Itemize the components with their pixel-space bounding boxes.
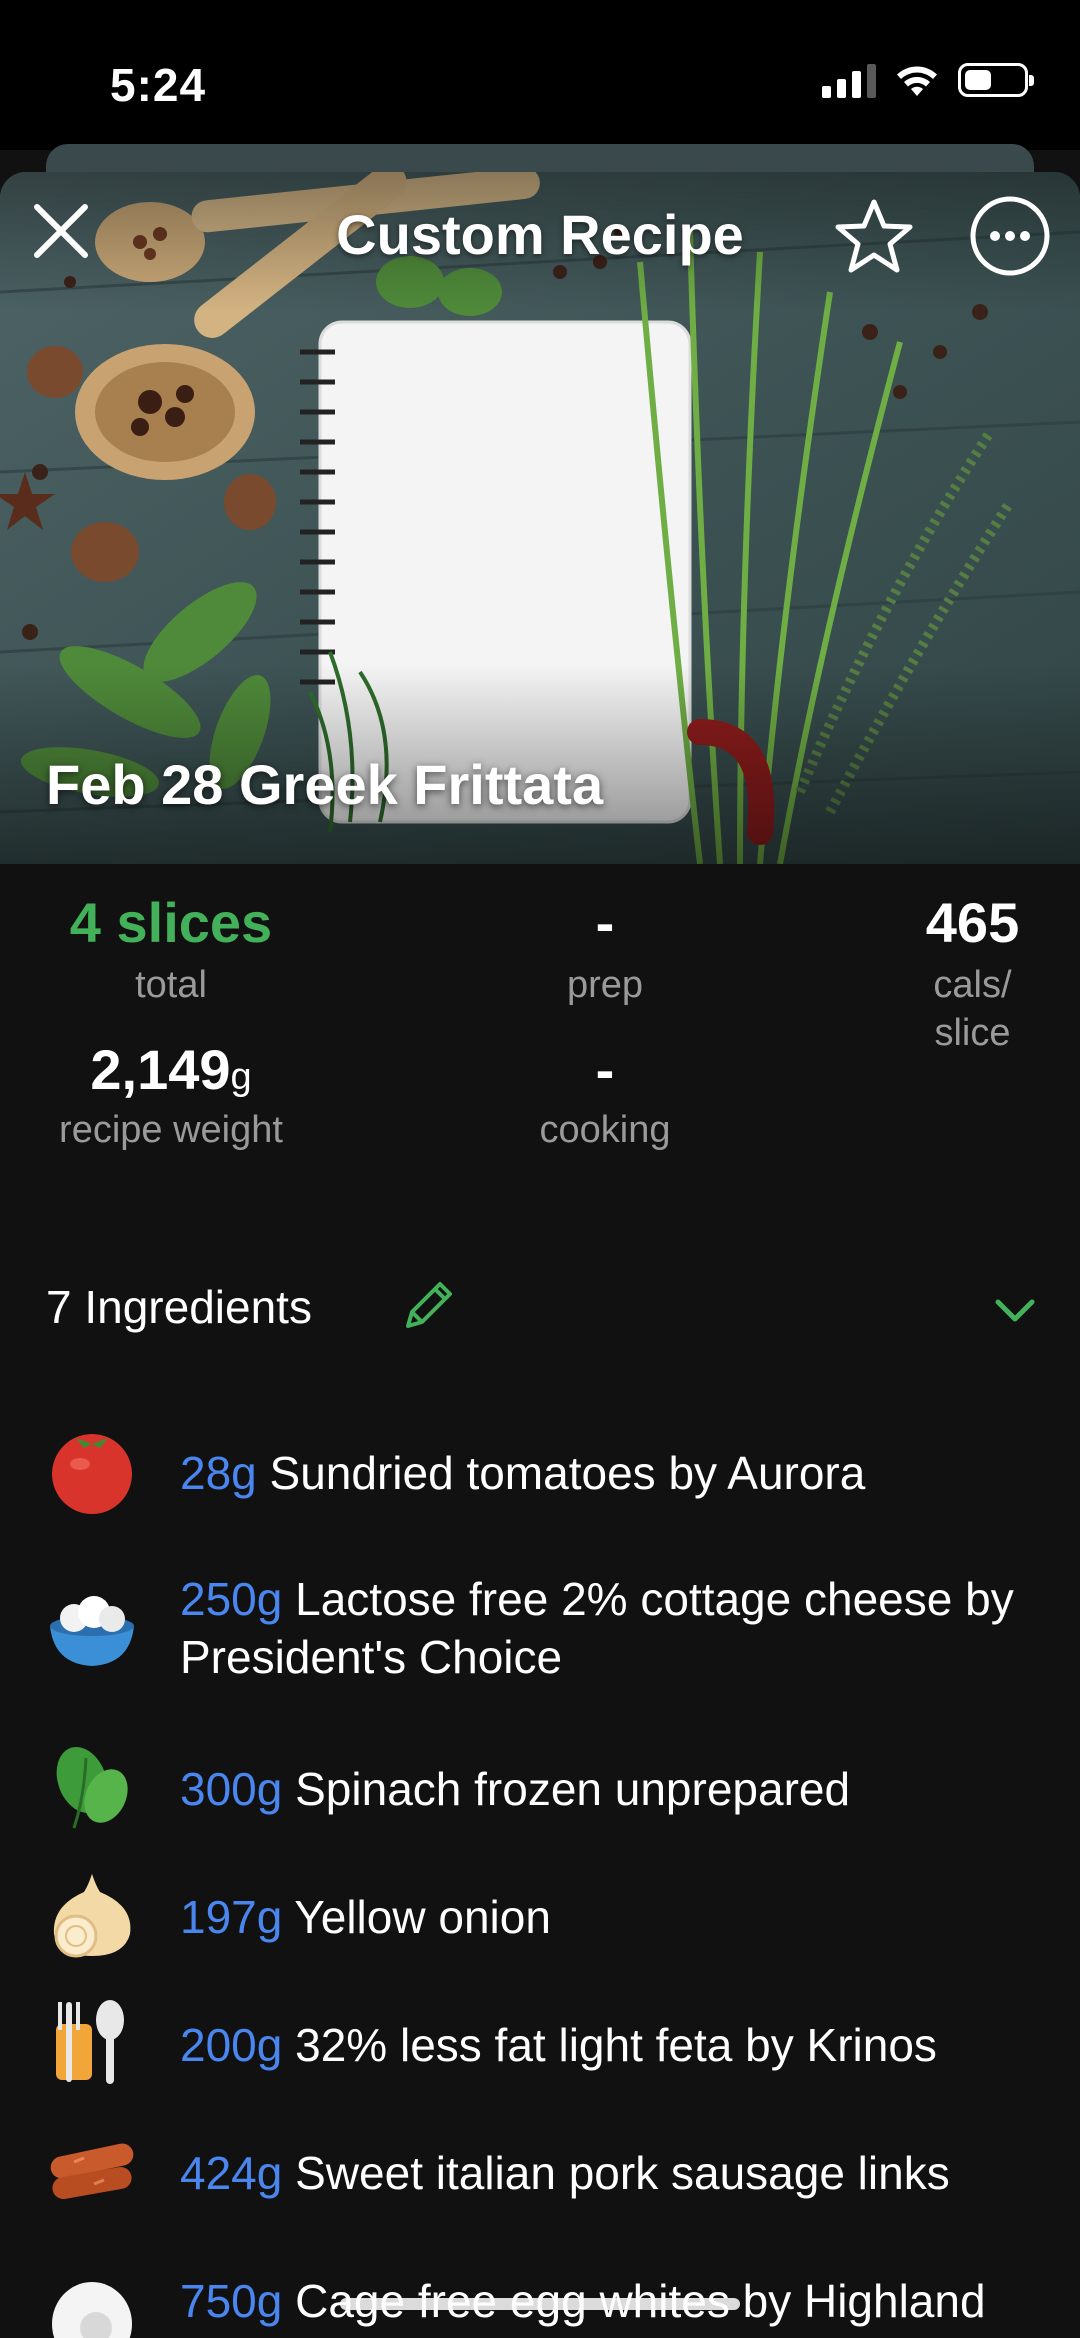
collapse-ingredients-button[interactable] xyxy=(990,1290,1040,1330)
more-icon xyxy=(970,196,1050,276)
ingredient-quantity: 28g xyxy=(180,1447,257,1499)
ingredient-row[interactable]: 197g Yellow onion xyxy=(0,1866,1080,1966)
weight-stat: 2,149g recipe weight xyxy=(30,1042,312,1154)
cooking-value: - xyxy=(595,1038,615,1101)
prep-stat: - prep xyxy=(480,895,730,1009)
ingredient-quantity: 200g xyxy=(180,2019,283,2071)
ingredient-quantity: 300g xyxy=(180,1763,283,1815)
cooking-label: cooking xyxy=(539,1109,671,1151)
calories-stat: 465 cals/ slice xyxy=(880,895,1065,1057)
ingredient-name: Lactose free 2% cottage cheese by Presid… xyxy=(180,1573,1014,1683)
ingredient-row[interactable]: 300g Spinach frozen unprepared xyxy=(0,1738,1080,1838)
weight-label: recipe weight xyxy=(59,1109,283,1151)
ingredients-count-label: 7 Ingredients xyxy=(46,1281,312,1333)
spinach-icon xyxy=(56,1747,128,1829)
ingredient-quantity: 250g xyxy=(180,1573,283,1625)
top-navigation: Custom Recipe xyxy=(0,172,1080,302)
servings-stat: 4 slices total xyxy=(36,895,306,1009)
ingredient-name: Spinach frozen unprepared xyxy=(295,1763,851,1815)
edit-ingredients-button[interactable] xyxy=(396,1276,458,1338)
status-bar: 5:24 xyxy=(0,0,1080,150)
more-options-button[interactable] xyxy=(968,194,1052,278)
cooking-stat: - cooking xyxy=(480,1042,730,1154)
chevron-down-icon xyxy=(995,1299,1035,1322)
prep-label: prep xyxy=(566,964,644,1006)
tomato-icon xyxy=(52,1434,132,1514)
status-time: 5:24 xyxy=(110,59,207,111)
ingredient-quantity: 197g xyxy=(180,1891,283,1943)
ingredient-row[interactable]: 424g Sweet italian pork sausage links xyxy=(0,2122,1080,2222)
star-icon xyxy=(835,199,913,273)
ingredient-name: Sweet italian pork sausage links xyxy=(295,2147,950,2199)
onion-icon xyxy=(53,1874,131,1958)
calories-label: cals/ slice xyxy=(933,964,1012,1054)
ingredient-quantity: 424g xyxy=(180,2147,283,2199)
sausage-icon xyxy=(50,2143,134,2200)
ingredient-row[interactable]: 250g Lactose free 2% cottage cheese by P… xyxy=(0,1570,1080,1710)
wifi-icon xyxy=(897,66,937,96)
servings-label: total xyxy=(135,964,207,1006)
cellular-signal-icon xyxy=(822,62,876,98)
servings-value: 4 slices xyxy=(69,891,273,954)
pencil-icon xyxy=(406,1282,452,1328)
ingredient-row[interactable]: 28g Sundried tomatoes by Aurora xyxy=(0,1422,1080,1522)
egg-icon xyxy=(52,2282,132,2338)
battery-icon xyxy=(958,63,1034,97)
ingredient-name: Sundried tomatoes by Aurora xyxy=(269,1447,866,1499)
ingredient-row[interactable]: 200g 32% less fat light feta by Krinos xyxy=(0,1994,1080,2094)
ingredient-row[interactable]: 750g Cage free egg whites by Highland Go… xyxy=(0,2250,1080,2338)
prep-value: - xyxy=(595,891,615,954)
weight-value: 2,149g xyxy=(90,1038,252,1101)
ingredient-name: 32% less fat light feta by Krinos xyxy=(295,2019,937,2071)
status-icons xyxy=(822,62,1034,98)
ingredient-quantity: 750g xyxy=(180,2275,283,2327)
page-title: Custom Recipe xyxy=(336,203,744,266)
favorite-button[interactable] xyxy=(832,194,916,278)
ingredient-name: Yellow onion xyxy=(294,1891,551,1943)
cottage-cheese-bowl-icon xyxy=(50,1596,134,1666)
calories-value: 465 xyxy=(925,891,1020,954)
recipe-title: Feb 28 Greek Frittata xyxy=(46,753,604,816)
utensils-icon xyxy=(56,2000,124,2084)
home-indicator[interactable] xyxy=(340,2298,740,2310)
